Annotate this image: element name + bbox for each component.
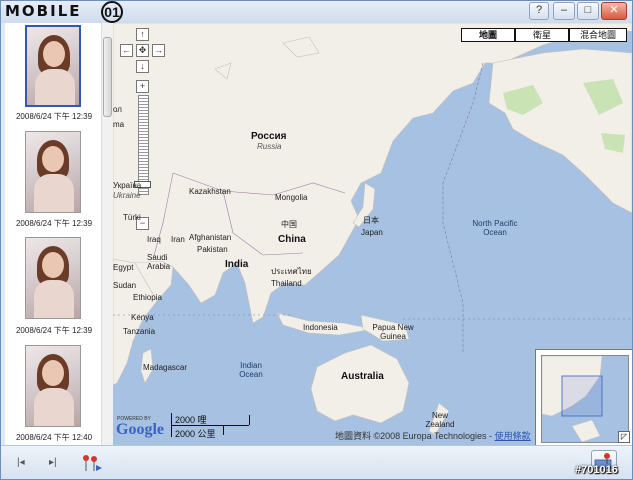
overview-map-canvas <box>542 356 603 442</box>
terms-of-use-link[interactable]: 使用條款 <box>495 431 531 441</box>
copyright-text: 地圖資料 ©2008 Europa Technologies - <box>335 431 493 441</box>
zoom-in-button[interactable]: + <box>136 80 149 93</box>
label-kenya: Kenya <box>131 313 154 322</box>
title-bar: MOBILE 01 ? – □ ✕ <box>1 1 632 23</box>
label-australia: Australia <box>341 371 384 382</box>
label-saudi: Saudi Arabia <box>147 253 171 271</box>
map-type-hybrid-button[interactable]: 混合地圖 <box>569 28 627 42</box>
scale-tick-mi <box>249 415 250 425</box>
maximize-button[interactable]: □ <box>577 2 599 20</box>
map-australia <box>310 344 410 424</box>
logo-text: MOBILE <box>5 2 82 20</box>
label-indonesia: Indonesia <box>303 323 338 332</box>
photo-body <box>34 388 74 426</box>
photo-body <box>34 280 74 318</box>
photo-date-1: 2008/6/24 下午 12:39 <box>15 112 93 121</box>
photo-date-3: 2008/6/24 下午 12:39 <box>15 326 93 335</box>
label-edge-1: ол <box>113 105 122 114</box>
previous-button[interactable]: |◂ <box>17 457 25 468</box>
label-kazakhstan: Kazakhstan <box>189 187 231 196</box>
label-japan-cn: 日本 <box>363 216 379 225</box>
label-china-cn: 中国 <box>281 220 297 229</box>
watermark: #701016 <box>575 464 618 476</box>
label-russia: Россия <box>251 131 287 142</box>
google-logo: Google <box>116 421 164 439</box>
label-mongolia: Mongolia <box>275 193 308 202</box>
route-pins-icon[interactable] <box>81 453 103 473</box>
photo-face <box>42 146 64 172</box>
play-arrow <box>96 465 102 471</box>
label-ethiopia: Ethiopia <box>133 293 162 302</box>
label-sudan: Sudan <box>113 281 137 290</box>
overview-map-view[interactable] <box>541 355 629 443</box>
overview-australia <box>571 419 601 442</box>
label-indian-ocean: Indian Ocean <box>239 361 263 379</box>
photo-body <box>34 174 74 212</box>
scale-line-top <box>171 425 249 426</box>
google-wordmark: Google <box>116 421 164 438</box>
app-logo: MOBILE <box>5 2 82 20</box>
label-north-pacific: North Pacific Ocean <box>472 219 518 237</box>
pin-head <box>91 456 97 462</box>
photo-face <box>43 41 65 67</box>
label-afghanistan: Afghanistan <box>189 233 232 242</box>
scale-tick-km <box>223 425 224 435</box>
label-ukraine-en: Ukraine <box>113 191 141 200</box>
map-type-map-button[interactable]: 地圖 <box>461 28 515 42</box>
overview-viewport[interactable] <box>561 375 603 417</box>
minimize-button[interactable]: – <box>553 2 575 20</box>
pan-right-button[interactable]: → <box>152 44 165 57</box>
scale-line-left <box>171 413 172 437</box>
logo-mark-icon: 01 <box>101 1 123 23</box>
map-dateline <box>442 62 484 353</box>
label-thailand: Thailand <box>271 279 302 288</box>
help-button[interactable]: ? <box>529 2 549 20</box>
photo-thumbnail-1[interactable] <box>25 25 81 107</box>
label-tanzania: Tanzania <box>123 327 156 336</box>
pan-center-button[interactable]: ✥ <box>136 44 149 57</box>
photo-date-2: 2008/6/24 下午 12:39 <box>15 219 93 228</box>
label-ukraine: Україна <box>113 181 142 190</box>
label-edge-2: ma <box>113 120 125 129</box>
close-button[interactable]: ✕ <box>601 2 627 20</box>
label-thailand-th: ประเทศไทย <box>271 267 312 276</box>
overview-toggle-icon[interactable]: ◸ <box>618 431 630 443</box>
label-iran: Iran <box>171 235 185 244</box>
photo-body <box>35 69 75 105</box>
label-china: China <box>278 234 306 245</box>
label-iraq: Iraq <box>147 235 161 244</box>
scrollbar-thumb[interactable] <box>103 37 112 117</box>
label-egypt: Egypt <box>113 263 134 272</box>
label-papua-new-guinea: Papua New Guinea <box>372 323 414 341</box>
label-japan: Japan <box>361 228 383 237</box>
zoom-slider[interactable] <box>138 95 149 195</box>
map-north-america <box>488 48 632 214</box>
label-turkey: Türki <box>123 213 141 222</box>
photo-thumbnail-3[interactable] <box>25 237 81 319</box>
photo-thumbnail-4[interactable] <box>25 345 81 427</box>
photo-thumbnail-2[interactable] <box>25 131 81 213</box>
photo-date-4: 2008/6/24 下午 12:40 <box>15 433 93 442</box>
label-new-zealand: New Zealand <box>425 411 455 429</box>
pan-down-button[interactable]: ↓ <box>136 60 149 73</box>
label-madagascar: Madagascar <box>143 363 188 372</box>
app-window: MOBILE 01 ? – □ ✕ 2008/6/24 下午 12:39 200… <box>0 0 633 480</box>
map-copyright: 地圖資料 ©2008 Europa Technologies - 使用條款 <box>335 429 531 442</box>
photo-list-scrollbar[interactable] <box>101 23 113 445</box>
label-pakistan: Pakistan <box>197 245 228 254</box>
next-button[interactable]: ▸| <box>49 457 57 468</box>
photo-list: 2008/6/24 下午 12:39 2008/6/24 下午 12:39 20… <box>5 23 113 445</box>
photo-face <box>42 360 64 386</box>
pan-left-button[interactable]: ← <box>120 44 133 57</box>
label-russia-en: Russia <box>257 142 282 151</box>
pin-head <box>604 453 610 459</box>
pin-head <box>83 455 89 461</box>
pan-up-button[interactable]: ↑ <box>136 28 149 41</box>
label-india: India <box>225 259 249 270</box>
scale-km: 2000 公里 <box>175 429 216 439</box>
map-type-satellite-button[interactable]: 衛星 <box>515 28 569 42</box>
bottom-toolbar: |◂ ▸| <box>1 445 632 479</box>
map-view[interactable]: 地圖 衛星 混合地圖 ↑ ← ✥ → ↓ + − Россия Russia K… <box>113 23 632 445</box>
photo-face <box>42 252 64 278</box>
